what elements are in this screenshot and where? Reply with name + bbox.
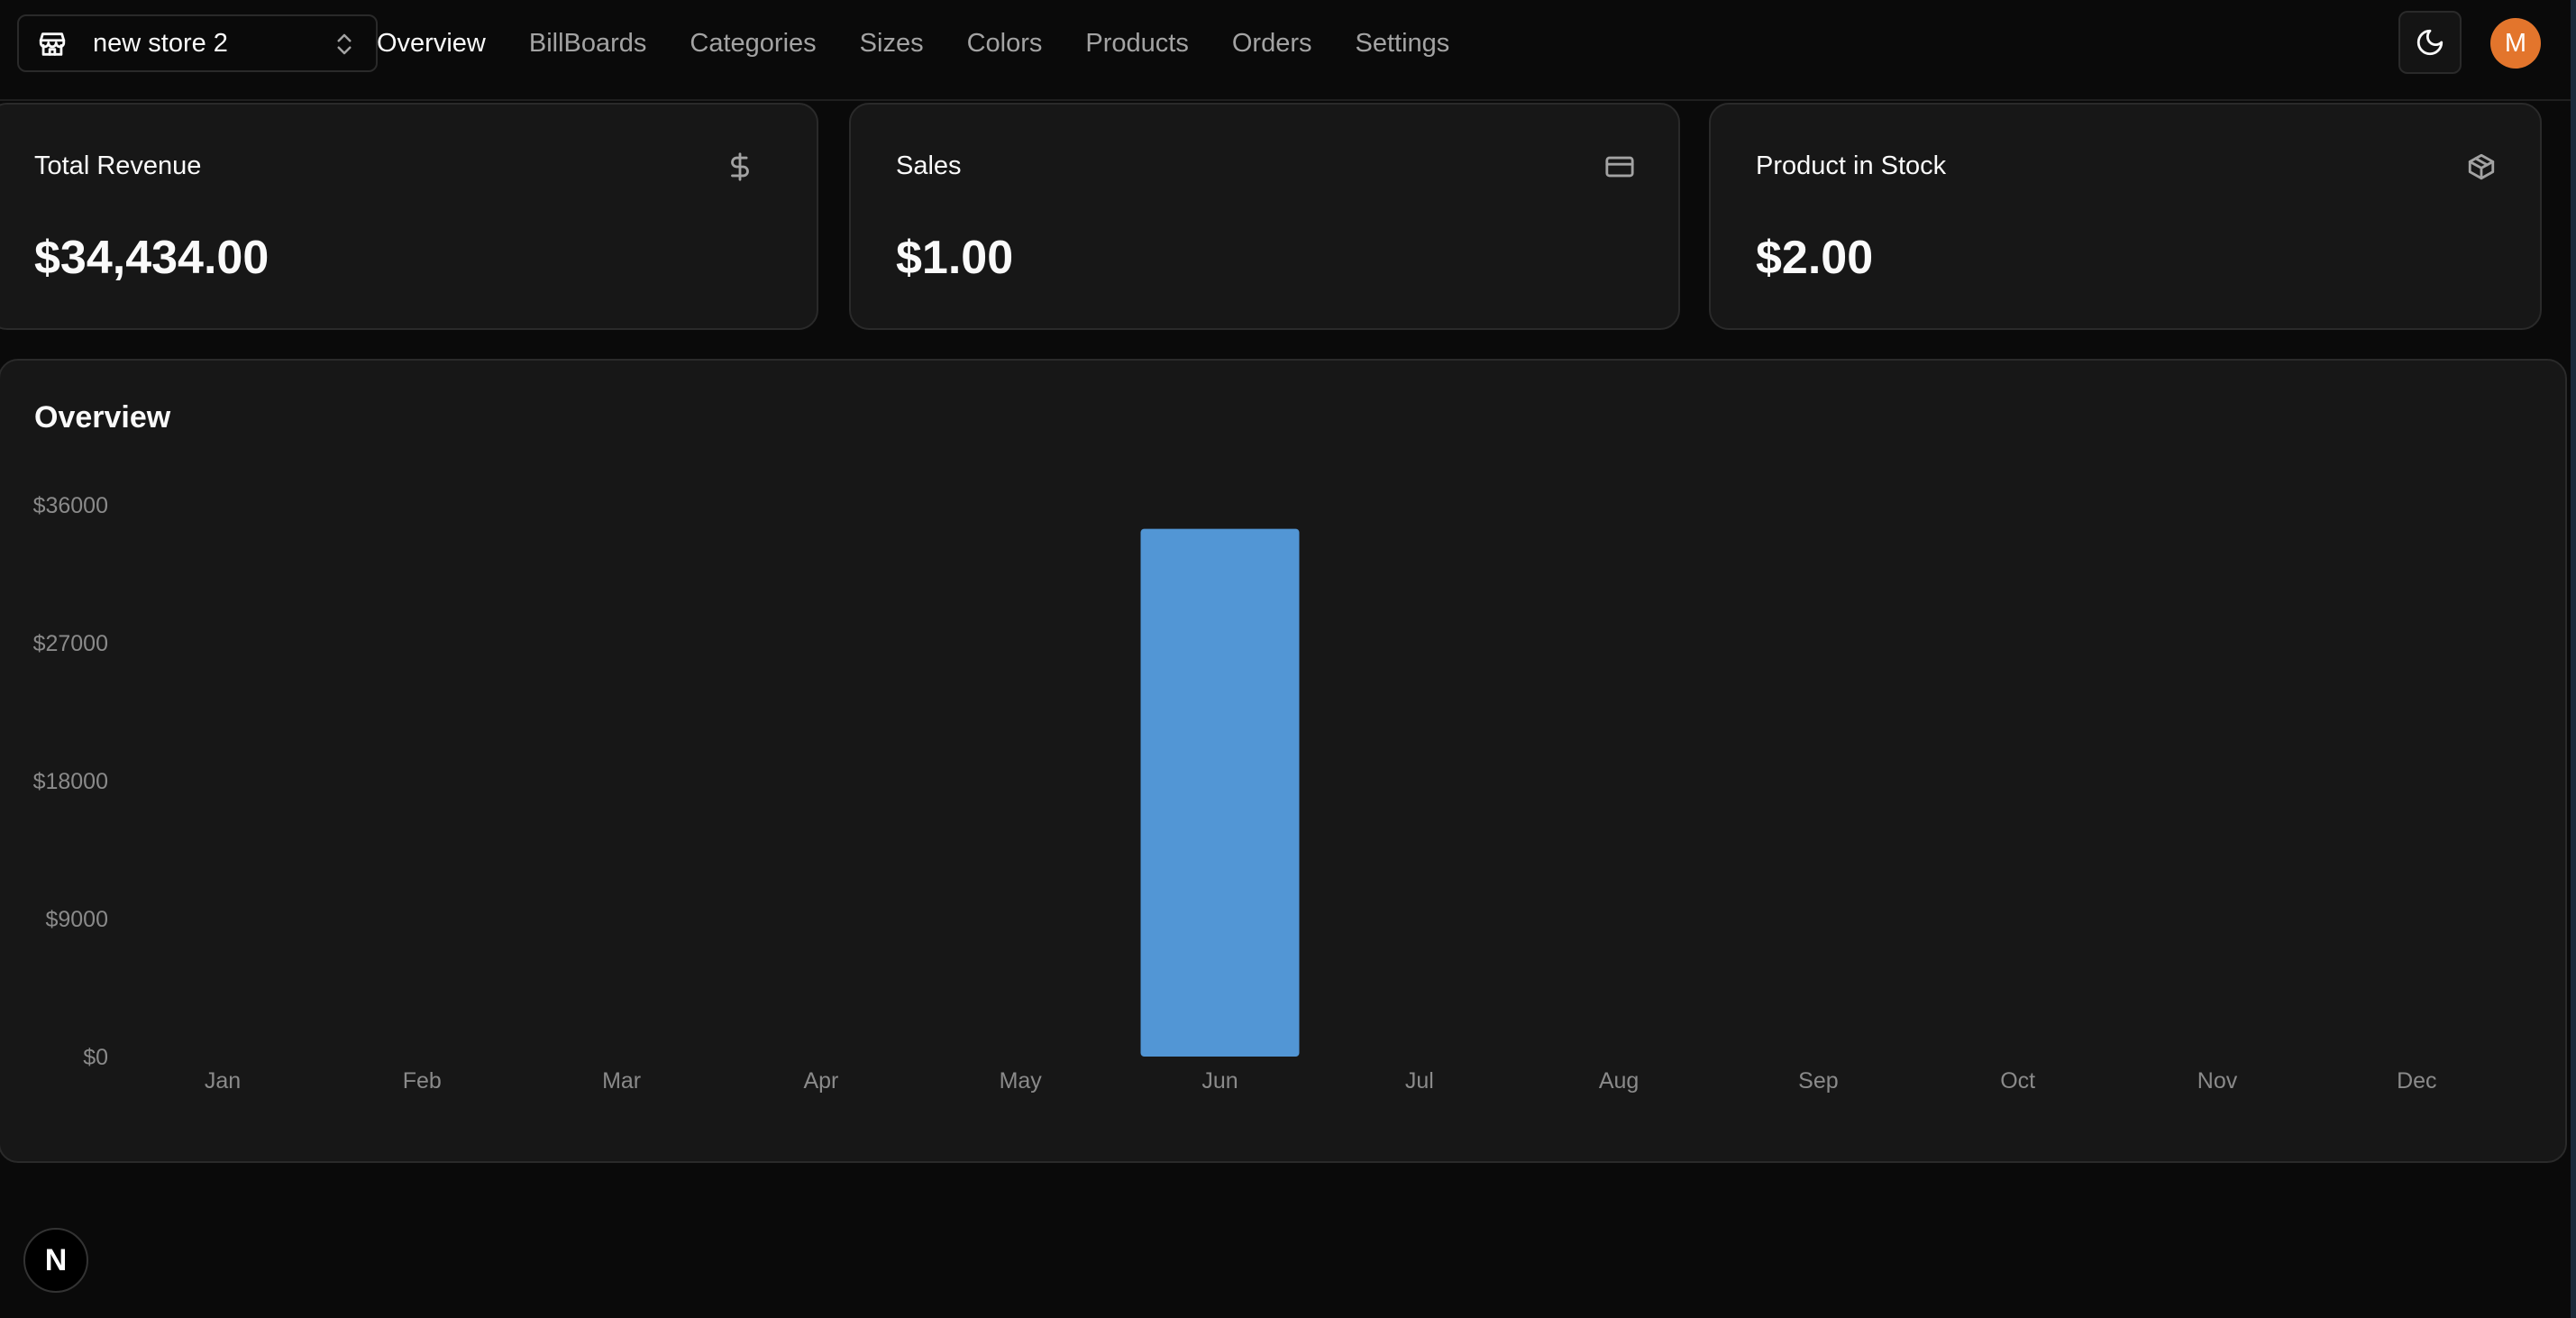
y-tick-label: $0	[83, 1045, 108, 1070]
x-tick-label: Feb	[403, 1068, 442, 1094]
overview-bar-chart: $0 $9000 $18000 $27000 $36000 Jan Feb Mar Apr May…	[33, 493, 2437, 1094]
x-tick-label: Apr	[803, 1068, 838, 1094]
badge-letter: N	[44, 1242, 68, 1277]
y-tick-label: $9000	[45, 907, 108, 932]
theme-toggle-button[interactable]	[2398, 11, 2462, 74]
x-tick-label: Jan	[205, 1068, 241, 1094]
overview-panel: Overview $0 $9000 $18000 $27000 $36000 Jan Feb…	[0, 359, 2567, 1163]
x-tick-label: Aug	[1599, 1068, 1639, 1094]
nav-item-products[interactable]: Products	[1085, 29, 1188, 59]
nav-item-billboards[interactable]: BillBoards	[529, 29, 647, 59]
stat-title: Total Revenue	[34, 151, 202, 180]
stat-value: $1.00	[896, 232, 1014, 284]
nav-item-overview[interactable]: Overview	[377, 29, 486, 59]
nav-item-sizes[interactable]: Sizes	[860, 29, 924, 59]
y-tick-label: $18000	[33, 769, 108, 794]
nav-item-settings[interactable]: Settings	[1356, 29, 1450, 59]
stat-card-product-in-stock: Product in Stock $2.00	[1709, 103, 2542, 330]
user-avatar[interactable]: M	[2490, 18, 2541, 69]
moon-icon	[2416, 29, 2444, 56]
store-switcher[interactable]: new store 2	[17, 14, 378, 72]
stat-card-total-revenue: Total Revenue $34,434.00	[0, 103, 818, 330]
y-tick-label: $36000	[33, 493, 108, 518]
main-nav: Overview BillBoards Categories Sizes Col…	[377, 0, 1493, 87]
package-icon	[2468, 153, 2495, 180]
x-tick-label: Oct	[2000, 1068, 2035, 1094]
window-edge	[2571, 0, 2576, 1318]
x-tick-label: Mar	[602, 1068, 641, 1094]
store-name: new store 2	[93, 29, 228, 58]
nav-item-orders[interactable]: Orders	[1232, 29, 1312, 59]
chevrons-up-down-icon	[337, 33, 352, 55]
stat-title: Sales	[896, 151, 962, 180]
x-tick-label: Dec	[2397, 1068, 2436, 1094]
nextjs-dev-badge[interactable]: N	[23, 1228, 88, 1293]
x-tick-label: Sep	[1798, 1068, 1838, 1094]
credit-card-icon	[1605, 156, 1634, 178]
top-navigation-bar: new store 2 Overview BillBoards Categori…	[0, 0, 2576, 101]
bar-jun	[1140, 528, 1300, 1057]
stat-title: Product in Stock	[1756, 151, 1947, 180]
x-tick-label: Jun	[1201, 1068, 1238, 1094]
x-tick-label: May	[1000, 1068, 1043, 1094]
store-icon	[39, 32, 66, 56]
x-tick-label: Nov	[2197, 1068, 2238, 1094]
stat-value: $2.00	[1756, 232, 1874, 284]
nav-item-categories[interactable]: Categories	[690, 29, 816, 59]
stat-card-sales: Sales $1.00	[849, 103, 1680, 330]
nav-item-colors[interactable]: Colors	[967, 29, 1043, 59]
x-tick-label: Jul	[1405, 1068, 1434, 1094]
y-tick-label: $27000	[33, 631, 108, 656]
dollar-icon	[731, 152, 749, 181]
stat-value: $34,434.00	[34, 232, 269, 284]
